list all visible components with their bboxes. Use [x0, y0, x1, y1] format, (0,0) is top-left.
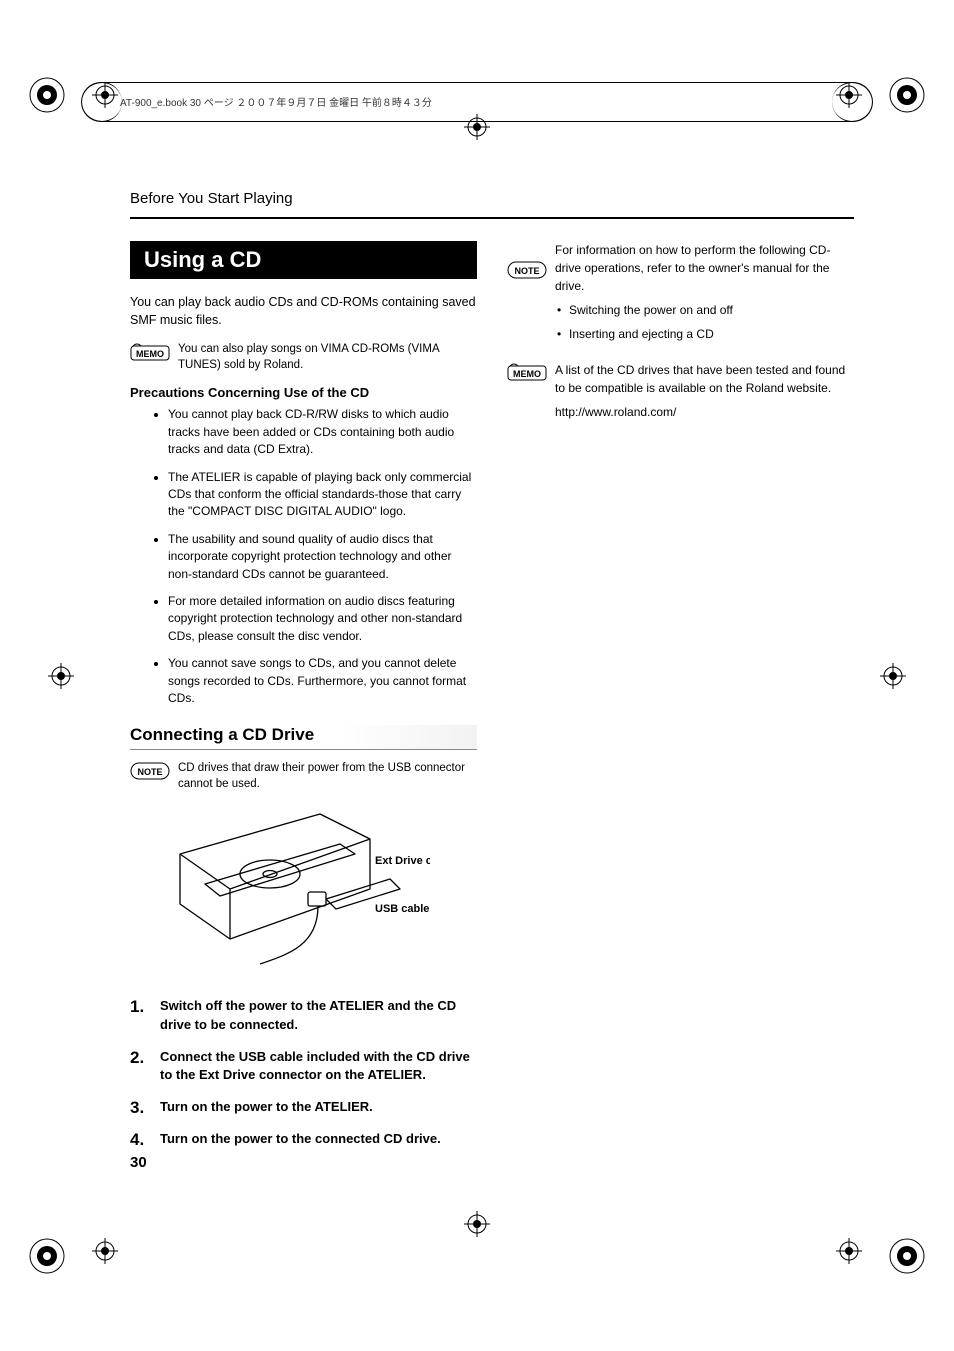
crop-mark-icon: [880, 68, 934, 122]
heading-using-a-cd: Using a CD: [130, 241, 477, 279]
svg-text:NOTE: NOTE: [137, 767, 162, 777]
right-intro-paragraph: For information on how to perform the fo…: [555, 241, 854, 295]
note-icon: NOTE: [507, 261, 547, 279]
crop-mark-icon: [20, 1229, 74, 1283]
registration-mark-icon: [92, 1238, 118, 1269]
step-item: Connect the USB cable included with the …: [130, 1048, 477, 1084]
figure-label-usb-cable: USB cable: [375, 903, 429, 915]
steps-list: Switch off the power to the ATELIER and …: [130, 997, 477, 1148]
note-text: CD drives that draw their power from the…: [178, 760, 477, 792]
intro-paragraph: You can play back audio CDs and CD-ROMs …: [130, 293, 477, 329]
crop-mark-icon: [880, 1229, 934, 1283]
section-rule: [130, 217, 854, 219]
page-number: 30: [130, 1154, 147, 1171]
svg-text:MEMO: MEMO: [136, 349, 164, 359]
step-item: Switch off the power to the ATELIER and …: [130, 997, 477, 1033]
cd-drive-connection-figure: Ext Drive connector USB cable: [160, 804, 477, 979]
registration-mark-icon: [880, 663, 906, 689]
heading-connecting-cd-drive: Connecting a CD Drive: [130, 725, 477, 750]
registration-mark-icon: [836, 1238, 862, 1269]
memo-text: You can also play songs on VIMA CD-ROMs …: [178, 341, 477, 373]
running-head: Before You Start Playing: [130, 190, 854, 207]
memo-text: A list of the CD drives that have been t…: [555, 361, 854, 397]
source-file-info: AT-900_e.book 30 ページ ２００７年９月７日 金曜日 午前８時４…: [120, 94, 432, 109]
crop-mark-icon: [20, 68, 74, 122]
list-item: For more detailed information on audio d…: [168, 593, 477, 645]
registration-mark-icon: [48, 663, 74, 689]
step-item: Turn on the power to the ATELIER.: [130, 1098, 477, 1116]
list-item: You cannot save songs to CDs, and you ca…: [168, 655, 477, 707]
precautions-list: You cannot play back CD-R/RW disks to wh…: [130, 406, 477, 707]
note-icon: NOTE: [130, 762, 170, 780]
list-item: You cannot play back CD-R/RW disks to wh…: [168, 406, 477, 458]
roland-url: http://www.roland.com/: [555, 403, 854, 421]
list-item: The usability and sound quality of audio…: [168, 531, 477, 583]
precautions-heading: Precautions Concerning Use of the CD: [130, 385, 477, 400]
figure-label-ext-drive: Ext Drive connector: [375, 855, 430, 867]
right-bullet: Switching the power on and off: [555, 301, 854, 319]
right-bullet: Inserting and ejecting a CD: [555, 325, 854, 343]
registration-mark-icon: [464, 1211, 490, 1237]
svg-text:NOTE: NOTE: [514, 266, 539, 276]
memo-icon: MEMO: [130, 343, 170, 363]
list-item: The ATELIER is capable of playing back o…: [168, 469, 477, 521]
svg-text:MEMO: MEMO: [513, 369, 541, 379]
step-item: Turn on the power to the connected CD dr…: [130, 1130, 477, 1148]
memo-icon: MEMO: [507, 363, 547, 383]
